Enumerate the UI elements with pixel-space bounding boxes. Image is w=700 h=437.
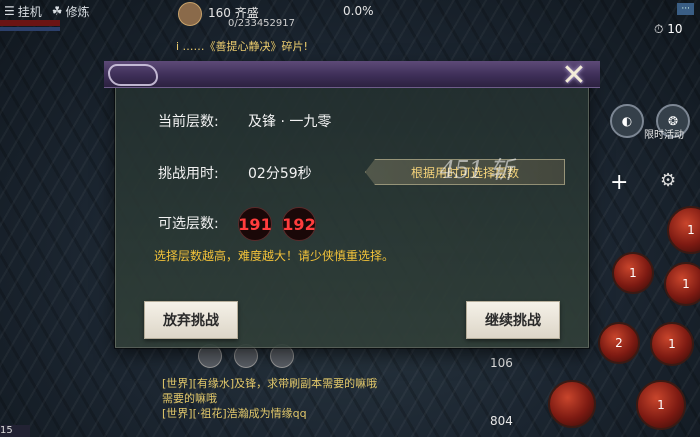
close-icon[interactable]: ✕ [556, 57, 592, 93]
cultivate-button[interactable]: ☘ 修炼 [52, 3, 90, 20]
skill-count: 1 [687, 223, 695, 237]
clock-icon[interactable]: ⏱ 10 [654, 22, 694, 42]
afk-label: 挂机 [17, 4, 42, 19]
current-floor-label: 当前层数: [158, 114, 219, 130]
skill-count: 1 [629, 266, 637, 280]
bottom-left-indicator: 15 [0, 425, 30, 437]
chat-line: [世界][·祖花]浩瀚成为情缘qq [162, 407, 307, 420]
cultivate-label: 修炼 [65, 4, 90, 19]
skill-count: 1 [668, 337, 676, 351]
skill-count: 1 [682, 277, 690, 291]
avatar[interactable] [178, 2, 202, 26]
counter-b: 804 [490, 414, 513, 428]
difficulty-warning: 选择层数越高，难度越大！请少侠慎重选择。 [154, 249, 395, 263]
gear-icon[interactable]: ⚙ [660, 170, 676, 191]
exp-percent: 0.0% [343, 4, 374, 18]
skill-count: 1 [657, 398, 665, 412]
selectable-floor-row: 可选层数: 191 192 [158, 207, 558, 241]
chat-line: [世界][有缘水]及锋，求带刷副本需要的嘛哦 [162, 377, 378, 390]
time-row: 挑战用时: 02分59秒 根据用时可选择层数 [158, 159, 578, 187]
cloud-ornament-icon [108, 64, 158, 86]
skill-button-4[interactable]: 2 [598, 322, 640, 364]
event-icon-left[interactable]: ◐ [610, 104, 644, 138]
chat-panel[interactable]: [世界][有缘水]及锋，求带刷副本需要的嘛哦 需要的嘛哦 [世界][·祖花]浩瀚… [162, 376, 402, 421]
selectable-floor-label: 可选层数: [158, 216, 219, 232]
skill-button-5[interactable]: 1 [650, 322, 694, 366]
dialog-header [104, 61, 600, 88]
current-floor-value: 及锋 · 一九零 [248, 114, 332, 130]
give-up-button[interactable]: 放弃挑战 [144, 301, 238, 339]
clock-value: 10 [667, 22, 683, 36]
floor-option-192[interactable]: 192 [282, 207, 316, 241]
afk-button[interactable]: ☰ 挂机 [4, 3, 42, 20]
skill-button-3[interactable]: 1 [664, 262, 700, 306]
cultivate-icon: ☘ [51, 4, 63, 18]
afk-icon: ☰ [4, 4, 15, 18]
skill-button-2[interactable]: 1 [612, 252, 654, 294]
time-value: 02分59秒 [248, 166, 312, 182]
top-right-status: ··· ⏱ 10 [620, 0, 700, 50]
mana-bar [0, 27, 60, 31]
skill-button-6[interactable] [548, 380, 596, 428]
time-label: 挑战用时: [158, 166, 219, 182]
limited-event-label: 限时活动 [644, 130, 684, 141]
chat-line: 需要的嘛哦 [162, 392, 217, 405]
player-uid: 0/233452917 [228, 18, 295, 29]
counter-a: 106 [490, 356, 513, 370]
top-left-bar: ☰ 挂机 ☘ 修炼 [0, 0, 90, 22]
health-bar [0, 20, 60, 26]
watermark: 451 斩 [440, 156, 513, 184]
challenge-result-dialog: ✕ 当前层数: 及锋 · 一九零 挑战用时: 02分59秒 根据用时可选择层数 … [104, 58, 600, 348]
skill-button-7[interactable]: 1 [636, 380, 686, 430]
system-broadcast: i ……《善提心静决》碎片! [176, 40, 308, 53]
plus-icon[interactable]: + [610, 170, 628, 195]
network-badge: ··· [677, 3, 694, 15]
floor-option-191[interactable]: 191 [238, 207, 272, 241]
current-floor-row: 当前层数: 及锋 · 一九零 [158, 111, 558, 131]
continue-button[interactable]: 继续挑战 [466, 301, 560, 339]
skill-count: 2 [615, 336, 623, 350]
